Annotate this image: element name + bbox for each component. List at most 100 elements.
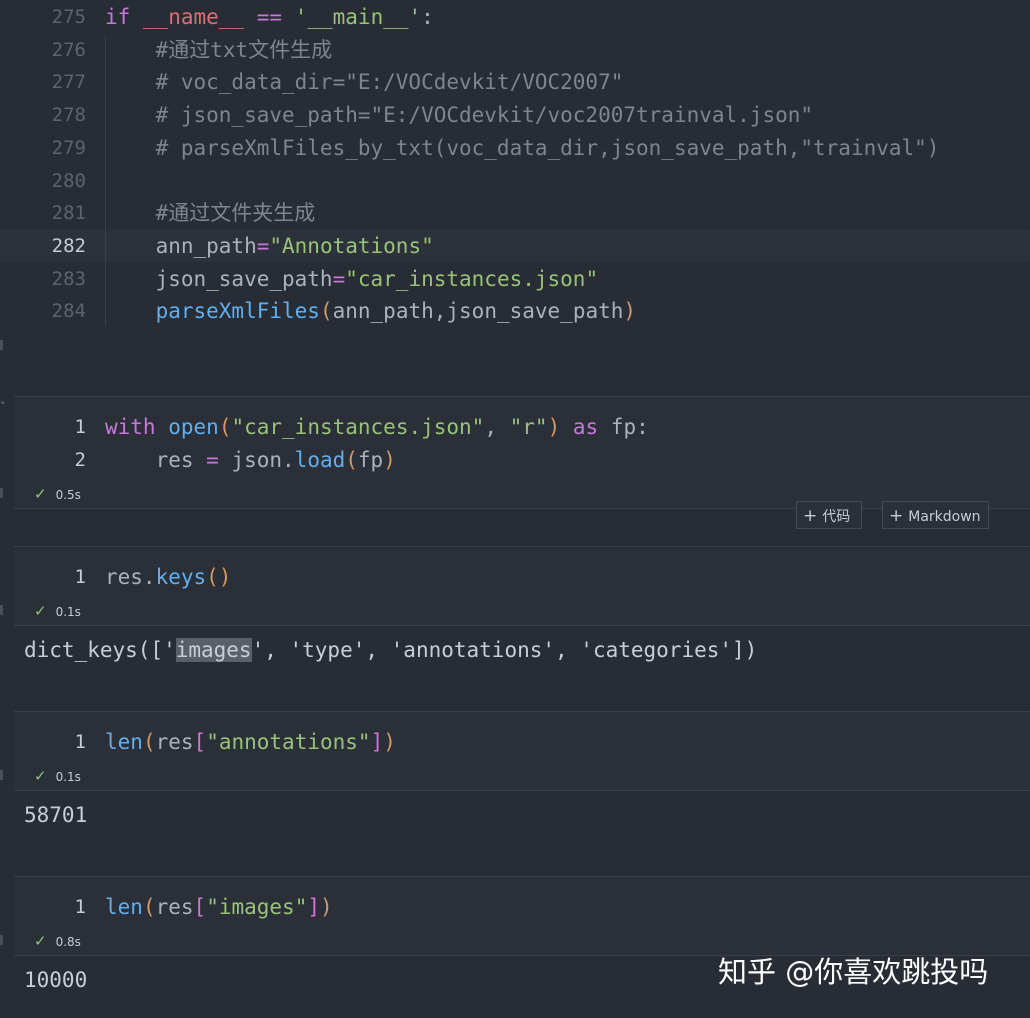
code-line[interactable]: res.keys(): [105, 561, 231, 594]
code-token: (: [142, 895, 156, 919]
code-line[interactable]: ann_path="Annotations": [105, 230, 434, 263]
code-token: "Annotations": [269, 233, 434, 258]
check-icon: ✓: [34, 932, 47, 950]
code-token: '__main__': [294, 5, 422, 29]
code-line[interactable]: # json_save_path="E:/VOCdevkit/voc2007tr…: [105, 99, 813, 132]
code-line[interactable]: parseXmlFiles(ann_path,json_save_path): [105, 295, 636, 328]
line-number: 282: [51, 234, 86, 257]
code-token: ]: [307, 895, 320, 919]
line-number: 284: [51, 300, 86, 323]
code-token: "r": [509, 415, 548, 439]
code-token: __name__: [142, 5, 245, 29]
code-token: ann_path,json_save_path: [332, 299, 624, 324]
code-token: ): [623, 299, 637, 324]
code-line[interactable]: len(res["images"]): [105, 891, 333, 924]
code-token: fp: [357, 448, 384, 472]
add-code-label: 代码: [822, 509, 851, 525]
code-line[interactable]: json_save_path="car_instances.json": [105, 263, 599, 296]
cell-edge-marker: [0, 340, 3, 350]
line-number: 1: [74, 566, 86, 588]
line-number: 276: [51, 38, 86, 61]
code-token: (: [142, 730, 156, 754]
line-number: 278: [51, 104, 86, 127]
cell-output: dict_keys(['images', 'type', 'annotation…: [24, 634, 757, 667]
code-token: dict_keys([': [24, 638, 176, 662]
code-line[interactable]: # voc_data_dir="E:/VOCdevkit/VOC2007": [105, 66, 624, 99]
code-token: "car_instances.json": [231, 415, 485, 439]
execution-time: 0.1s: [55, 605, 81, 619]
cell-edge-marker: [0, 488, 3, 498]
code-token: (: [345, 448, 358, 472]
zhihu-watermark: 知乎 @你喜欢跳投吗: [718, 955, 989, 989]
code-line[interactable]: res = json.load(fp): [105, 444, 396, 477]
line-number: 279: [51, 136, 86, 159]
add-code-cell-button[interactable]: + 代码: [796, 501, 862, 529]
execution-status: ✓ 0.8s: [34, 932, 81, 950]
code-token: res: [155, 895, 194, 919]
check-icon: ✓: [34, 767, 47, 785]
code-token: open: [168, 415, 219, 439]
code-token: =: [206, 448, 219, 472]
code-line[interactable]: len(res["annotations"]): [105, 726, 396, 759]
code-token: res: [155, 730, 194, 754]
code-token: ', 'type', 'annotations', 'categories']): [251, 638, 758, 662]
code-token: "annotations": [206, 730, 371, 754]
code-line[interactable]: if __name__ == '__main__':: [105, 1, 434, 34]
plus-icon: +: [803, 506, 818, 526]
line-number: 1: [74, 416, 86, 438]
code-token: [: [193, 895, 207, 919]
code-token: keys: [155, 565, 207, 589]
execution-time: 0.8s: [55, 935, 81, 949]
code-token: #通过txt文件生成: [105, 37, 333, 62]
code-token: len: [105, 730, 143, 754]
cell-output: 10000: [24, 968, 88, 992]
code-line[interactable]: #通过txt文件生成: [105, 34, 333, 67]
code-token: json_save_path: [105, 266, 333, 291]
code-token: ]: [370, 730, 384, 754]
code-token: ==: [256, 5, 283, 29]
check-icon: ✓: [34, 602, 47, 620]
code-token: ): [383, 730, 396, 754]
line-number: 1: [74, 896, 86, 918]
plus-icon: +: [889, 506, 904, 526]
code-token: with: [105, 415, 156, 439]
code-token: ): [547, 415, 561, 439]
code-token: res: [105, 448, 207, 472]
code-token: json.: [218, 448, 295, 472]
code-token: [: [193, 730, 207, 754]
code-token: # voc_data_dir="E:/VOCdevkit/VOC2007": [105, 70, 624, 95]
code-token: (: [218, 415, 232, 439]
execution-status: ✓ 0.1s: [34, 602, 81, 620]
add-markdown-label: Markdown: [908, 509, 981, 525]
code-token: parseXmlFiles: [155, 299, 320, 324]
execution-status: ✓ 0.1s: [34, 767, 81, 785]
cell-edge-marker: [0, 770, 3, 780]
code-line[interactable]: # parseXmlFiles_by_txt(voc_data_dir,json…: [105, 132, 940, 165]
code-line[interactable]: with open("car_instances.json", "r") as …: [105, 411, 649, 444]
cell-edge-marker: [0, 605, 3, 615]
code-line[interactable]: #通过文件夹生成: [105, 197, 316, 230]
line-number: 281: [51, 202, 86, 225]
code-token: #通过文件夹生成: [105, 201, 316, 226]
code-token: images: [175, 638, 252, 662]
execution-status: ✓ 0.5s: [34, 485, 81, 503]
code-token: fp:: [598, 415, 649, 439]
line-number: 277: [51, 71, 86, 94]
code-token: ann_path: [105, 233, 257, 258]
code-token: ): [320, 895, 333, 919]
code-token: (: [319, 299, 333, 324]
line-number: 283: [51, 267, 86, 290]
code-token: # json_save_path="E:/VOCdevkit/voc2007tr…: [105, 103, 814, 128]
line-number: 275: [51, 6, 86, 28]
line-number: 1: [74, 731, 86, 753]
cell-output: 58701: [24, 803, 88, 827]
line-number: 280: [51, 169, 86, 192]
code-token: (): [206, 565, 232, 589]
add-markdown-cell-button[interactable]: + Markdown: [882, 501, 989, 529]
